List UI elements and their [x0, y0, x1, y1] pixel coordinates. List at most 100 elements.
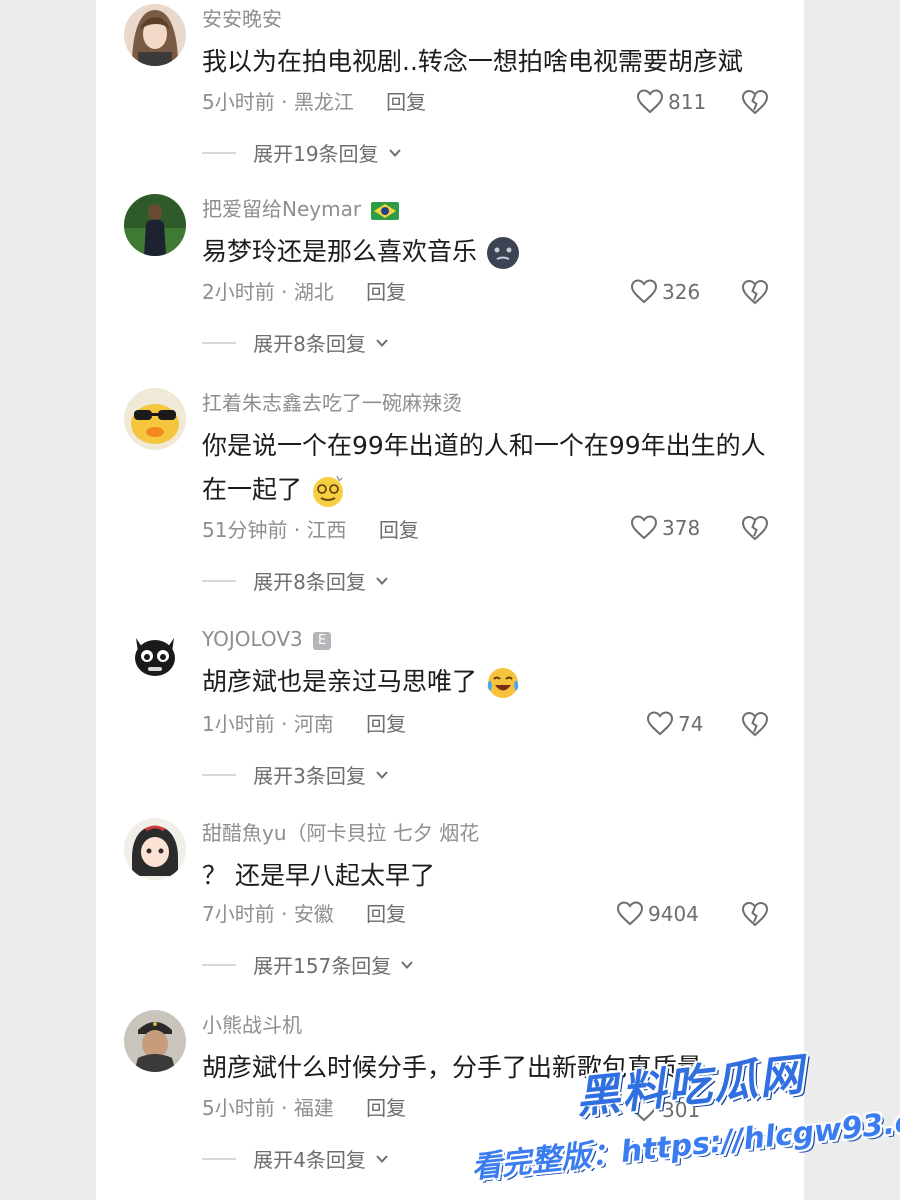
like-button[interactable]: 326 — [630, 278, 740, 308]
separator-dot: · — [281, 280, 294, 304]
comment-time: 5小时前 — [202, 90, 275, 114]
expand-replies-label: 展开3条回复 — [253, 764, 366, 788]
chevron-down-icon — [376, 338, 388, 347]
broken-heart-icon[interactable] — [740, 87, 770, 117]
username[interactable]: YOJOLOV3 E — [202, 626, 332, 652]
comment-meta: 1小时前 · 河南 回复 — [202, 710, 406, 738]
heart-icon — [636, 89, 664, 114]
chevron-down-icon — [376, 1154, 388, 1163]
username-label: 把爱留给Neymar — [202, 197, 362, 221]
comment-location: 河南 — [293, 712, 334, 736]
divider-line — [202, 963, 236, 966]
broken-heart-icon[interactable] — [740, 277, 770, 307]
comment-meta: 51分钟前 · 江西 回复 — [202, 516, 419, 544]
like-count: 74 — [678, 712, 704, 736]
expand-replies-label: 展开19条回复 — [253, 142, 379, 166]
comment-body: 我以为在拍电视剧..转念一想拍啥电视需要胡彦斌 — [202, 47, 743, 76]
like-count: 326 — [662, 280, 701, 304]
expand-replies-label: 展开8条回复 — [253, 332, 366, 356]
like-button[interactable]: 811 — [636, 88, 746, 118]
separator-dot: · — [281, 1096, 294, 1120]
comment-body: ？ 还是早八起太早了 — [202, 861, 435, 890]
reply-button[interactable]: 回复 — [386, 90, 426, 114]
comment-meta: 5小时前 · 黑龙江 回复 — [202, 88, 426, 116]
comment-text: 易梦玲还是那么喜欢音乐 — [202, 230, 772, 274]
avatar[interactable] — [124, 4, 186, 66]
comment-body: 易梦玲还是那么喜欢音乐 — [202, 237, 478, 266]
comment-location: 江西 — [306, 518, 347, 542]
like-count: 301 — [662, 1098, 701, 1122]
comment-text: 胡彦斌也是亲过马思唯了 — [202, 660, 772, 704]
expand-replies[interactable]: 展开8条回复 — [202, 566, 391, 594]
heart-icon — [646, 711, 674, 736]
divider-line — [202, 1157, 236, 1160]
expand-replies[interactable]: 展开3条回复 — [202, 760, 391, 788]
reply-button[interactable]: 回复 — [366, 902, 406, 926]
comment-location: 黑龙江 — [293, 90, 354, 114]
username[interactable]: 把爱留给Neymar — [202, 196, 400, 222]
avatar[interactable] — [124, 624, 186, 686]
username[interactable]: 甜醋魚yu（阿卡貝拉 七夕 烟花 — [202, 820, 479, 846]
heart-icon — [630, 279, 658, 304]
expand-replies-label: 展开157条回复 — [253, 954, 392, 978]
broken-heart-icon[interactable] — [740, 513, 770, 543]
comment-time: 2小时前 — [202, 280, 275, 304]
comment-meta: 2小时前 · 湖北 回复 — [202, 278, 406, 306]
comment-time: 5小时前 — [202, 1096, 275, 1120]
like-count: 378 — [662, 516, 701, 540]
like-button[interactable]: 378 — [630, 514, 740, 544]
expand-replies[interactable]: 展开157条回复 — [202, 950, 416, 978]
reply-button[interactable]: 回复 — [366, 280, 406, 304]
comment-location: 安徽 — [293, 902, 334, 926]
comment-location: 福建 — [293, 1096, 334, 1120]
user-badge: E — [313, 631, 332, 650]
comment-text: 胡彦斌什么时候分手，分手了出新歌包真质量 — [202, 1046, 772, 1090]
dark-face-emoji — [486, 237, 519, 269]
divider-line — [202, 773, 236, 776]
username[interactable]: 小熊战斗机 — [202, 1012, 302, 1038]
chevron-down-icon — [376, 576, 388, 585]
avatar[interactable] — [124, 818, 186, 880]
comment-time: 51分钟前 — [202, 518, 288, 542]
username-label: YOJOLOV3 — [202, 627, 303, 651]
separator-dot: · — [281, 90, 294, 114]
expand-replies[interactable]: 展开8条回复 — [202, 328, 391, 356]
comment-body: 你是说一个在99年出道的人和一个在99年出生的人在一起了 — [202, 431, 766, 504]
like-count: 9404 — [648, 902, 699, 926]
divider-line — [202, 151, 236, 154]
heart-icon — [630, 515, 658, 540]
reply-button[interactable]: 回复 — [379, 518, 419, 542]
heart-icon — [630, 1097, 658, 1122]
separator-dot: · — [281, 712, 294, 736]
broken-heart-icon[interactable] — [740, 899, 770, 929]
username[interactable]: 安安晚安 — [202, 6, 282, 32]
expand-replies[interactable]: 展开19条回复 — [202, 138, 404, 166]
chevron-down-icon — [401, 960, 414, 969]
broken-heart-icon[interactable] — [740, 709, 770, 739]
comment-time: 1小时前 — [202, 712, 275, 736]
screen: 安安晚安 我以为在拍电视剧..转念一想拍啥电视需要胡彦斌 5小时前 · 黑龙江 … — [0, 0, 900, 1200]
divider-line — [202, 341, 236, 344]
comment-text: ？ 还是早八起太早了 — [202, 854, 772, 898]
avatar[interactable] — [124, 194, 186, 256]
reply-button[interactable]: 回复 — [366, 712, 406, 736]
separator-dot: · — [293, 518, 307, 542]
expand-replies[interactable]: 展开4条回复 — [202, 1144, 391, 1172]
comment-body: 胡彦斌什么时候分手，分手了出新歌包真质量 — [202, 1053, 703, 1082]
comment-meta: 7小时前 · 安徽 回复 — [202, 900, 406, 928]
expand-replies-label: 展开8条回复 — [253, 570, 366, 594]
heart-icon — [616, 901, 644, 926]
brazil-flag-icon — [371, 201, 400, 220]
avatar[interactable] — [124, 1010, 186, 1072]
comment-body: 胡彦斌也是亲过马思唯了 — [202, 667, 478, 696]
comments-panel: 安安晚安 我以为在拍电视剧..转念一想拍啥电视需要胡彦斌 5小时前 · 黑龙江 … — [96, 0, 804, 1200]
reply-button[interactable]: 回复 — [366, 1096, 406, 1120]
crying-laughing-emoji — [487, 668, 519, 698]
separator-dot: · — [281, 902, 294, 926]
divider-line — [202, 579, 236, 582]
avatar[interactable] — [124, 388, 186, 450]
comment-time: 7小时前 — [202, 902, 275, 926]
like-button[interactable]: 9404 — [616, 900, 726, 930]
username[interactable]: 扛着朱志鑫去吃了一碗麻辣烫 — [202, 390, 462, 416]
like-button[interactable]: 301 — [630, 1096, 740, 1126]
